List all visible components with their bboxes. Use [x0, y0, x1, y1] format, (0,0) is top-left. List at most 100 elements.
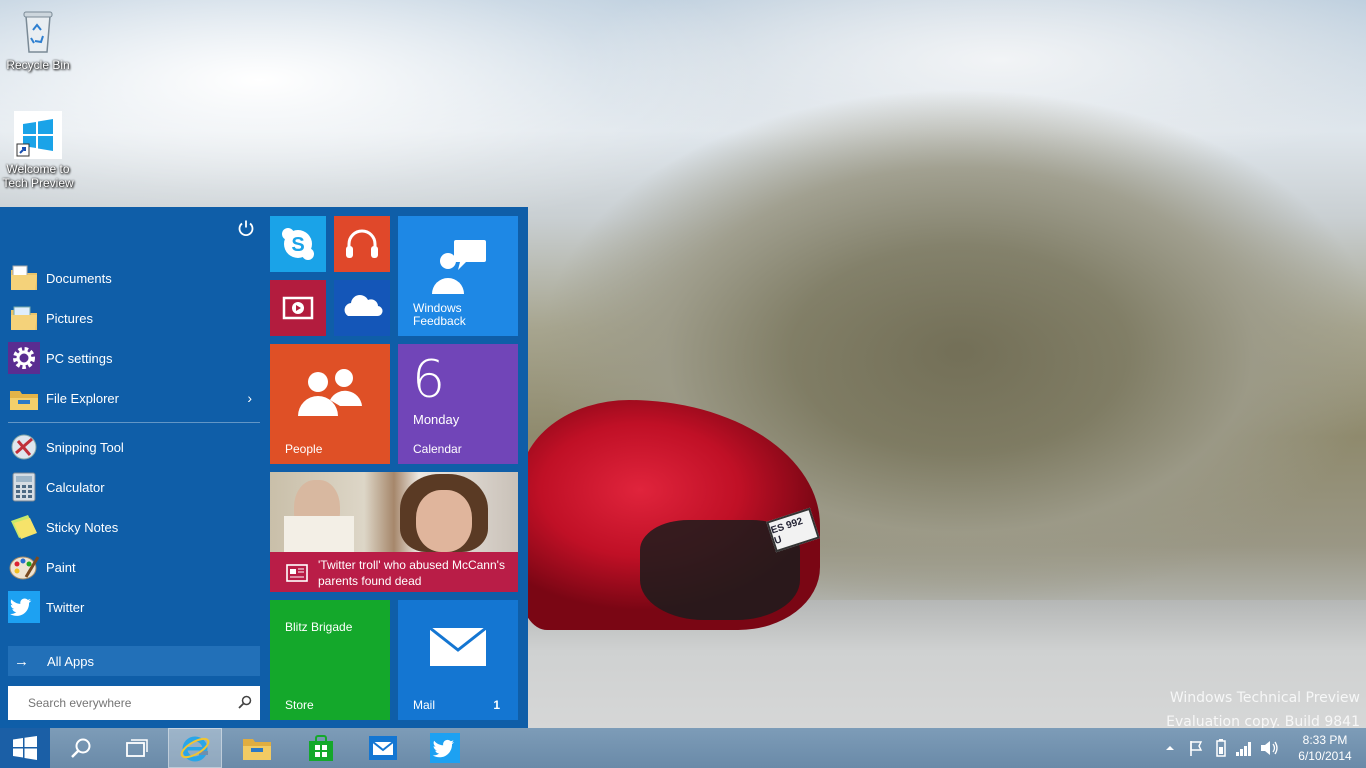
people-icon — [298, 369, 362, 416]
start-menu: Documents Pictures PC settings File Expl… — [0, 207, 528, 728]
start-item-snipping-tool[interactable]: Snipping Tool — [0, 427, 260, 467]
tile-people[interactable]: People — [270, 344, 390, 464]
store-bag-icon — [309, 735, 333, 761]
network-signal-icon[interactable] — [1234, 738, 1254, 758]
all-apps-label: All Apps — [47, 653, 94, 669]
start-button[interactable] — [0, 728, 50, 768]
watermark-line-1: Windows Technical Preview — [1169, 690, 1360, 706]
chevron-up-icon[interactable] — [1160, 738, 1180, 758]
twitter-bird-icon — [8, 591, 40, 623]
magnifier-icon — [71, 738, 91, 758]
all-apps-button[interactable]: → All Apps — [8, 646, 260, 676]
tile-label: Windows Feedback — [413, 301, 466, 328]
newspaper-icon — [286, 564, 308, 582]
tile-music[interactable] — [334, 216, 390, 272]
taskbar-clock[interactable]: 8:33 PM 6/10/2014 — [1288, 732, 1362, 764]
clock-date: 6/10/2014 — [1298, 749, 1352, 763]
store-featured-title: Blitz Brigade — [285, 620, 353, 634]
start-item-pc-settings[interactable]: PC settings — [0, 338, 260, 378]
start-item-documents[interactable]: Documents — [0, 258, 260, 298]
tile-video[interactable] — [270, 280, 326, 336]
taskbar-search-button[interactable] — [56, 728, 106, 768]
tile-skype[interactable]: S — [270, 216, 326, 272]
chevron-right-icon[interactable]: › — [247, 390, 252, 406]
tile-store[interactable]: Blitz Brigade Store — [270, 600, 390, 720]
taskbar: 8:33 PM 6/10/2014 — [0, 728, 1366, 768]
start-search-box[interactable] — [8, 686, 260, 720]
start-item-pictures[interactable]: Pictures — [0, 298, 260, 338]
start-item-label: Snipping Tool — [46, 439, 124, 455]
start-item-sticky-notes[interactable]: Sticky Notes — [0, 507, 260, 547]
search-icon[interactable] — [238, 695, 252, 709]
taskbar-store[interactable] — [296, 728, 346, 768]
internet-explorer-icon — [180, 736, 210, 762]
start-menu-left-pane: Documents Pictures PC settings File Expl… — [0, 207, 268, 728]
battery-icon[interactable] — [1214, 738, 1228, 758]
tile-mail[interactable]: Mail 1 — [398, 600, 518, 720]
taskbar-file-explorer[interactable] — [232, 728, 282, 768]
cloud-icon — [344, 295, 383, 317]
start-item-twitter[interactable]: Twitter — [0, 587, 260, 627]
tile-label: People — [285, 442, 323, 456]
mail-unread-count: 1 — [493, 698, 500, 712]
start-item-label: Calculator — [46, 479, 105, 495]
tile-label: Store — [285, 698, 314, 712]
svg-text:S: S — [291, 234, 304, 256]
feedback-person-icon — [432, 240, 486, 294]
news-photo-person-2 — [416, 490, 472, 552]
sticky-notes-icon — [11, 515, 37, 539]
power-button[interactable] — [236, 219, 256, 239]
desktop-icon-welcome[interactable]: Welcome to Tech Preview — [2, 110, 74, 190]
windows-logo-icon — [13, 736, 37, 760]
tile-label: Calendar — [413, 442, 462, 456]
start-item-label: File Explorer — [46, 390, 119, 406]
calendar-weekday: Monday — [413, 412, 460, 427]
calendar-day-number: 6 — [412, 350, 446, 410]
news-photo-paper — [284, 516, 354, 552]
task-view-button[interactable] — [112, 728, 162, 768]
arrow-right-icon: → — [14, 652, 29, 670]
gear-icon — [8, 342, 40, 374]
taskbar-internet-explorer[interactable] — [168, 728, 222, 768]
start-item-paint[interactable]: Paint — [0, 547, 260, 587]
flag-icon[interactable] — [1186, 738, 1206, 758]
start-item-label: Twitter — [46, 599, 85, 615]
system-tray — [1160, 728, 1280, 768]
paint-palette-icon — [9, 556, 40, 580]
twitter-bird-icon — [430, 733, 460, 763]
tile-windows-feedback[interactable]: Windows Feedback — [398, 216, 518, 336]
tile-calendar[interactable]: 6 Monday Calendar — [398, 344, 518, 464]
windows-logo-shortcut-icon — [14, 111, 62, 159]
clock-time: 8:33 PM — [1302, 733, 1348, 747]
taskbar-mail[interactable] — [358, 728, 408, 768]
news-photo — [270, 472, 518, 552]
speaker-icon[interactable] — [1258, 738, 1280, 758]
task-view-icon — [126, 739, 148, 757]
start-item-file-explorer[interactable]: File Explorer › — [0, 378, 260, 418]
start-item-label: Pictures — [46, 310, 93, 326]
recycle-bin-icon — [23, 11, 53, 53]
news-headline: 'Twitter troll' who abused McCann's pare… — [318, 558, 505, 588]
evaluation-watermark: Windows Technical Preview Evaluation cop… — [1166, 686, 1360, 734]
envelope-icon — [429, 626, 487, 666]
power-icon — [238, 220, 254, 237]
tile-news[interactable]: 'Twitter troll' who abused McCann's pare… — [270, 472, 518, 592]
file-explorer-icon — [10, 391, 38, 410]
pictures-folder-icon — [11, 306, 37, 330]
desktop-icon-recycle-bin[interactable]: Recycle Bin — [2, 6, 74, 72]
start-menu-divider — [8, 422, 260, 423]
search-input[interactable] — [28, 688, 248, 718]
calculator-icon — [12, 472, 36, 502]
skype-icon: S — [282, 228, 314, 260]
headphones-icon — [346, 229, 378, 258]
start-item-label: Sticky Notes — [46, 519, 119, 535]
snipping-tool-icon — [11, 434, 37, 460]
taskbar-twitter[interactable] — [420, 728, 470, 768]
tile-onedrive[interactable] — [334, 280, 390, 336]
start-item-label: PC settings — [46, 350, 113, 366]
tile-label: Mail — [413, 698, 436, 712]
start-item-label: Documents — [46, 270, 112, 286]
envelope-icon — [369, 736, 397, 760]
start-item-calculator[interactable]: Calculator — [0, 467, 260, 507]
video-play-icon — [282, 296, 314, 320]
